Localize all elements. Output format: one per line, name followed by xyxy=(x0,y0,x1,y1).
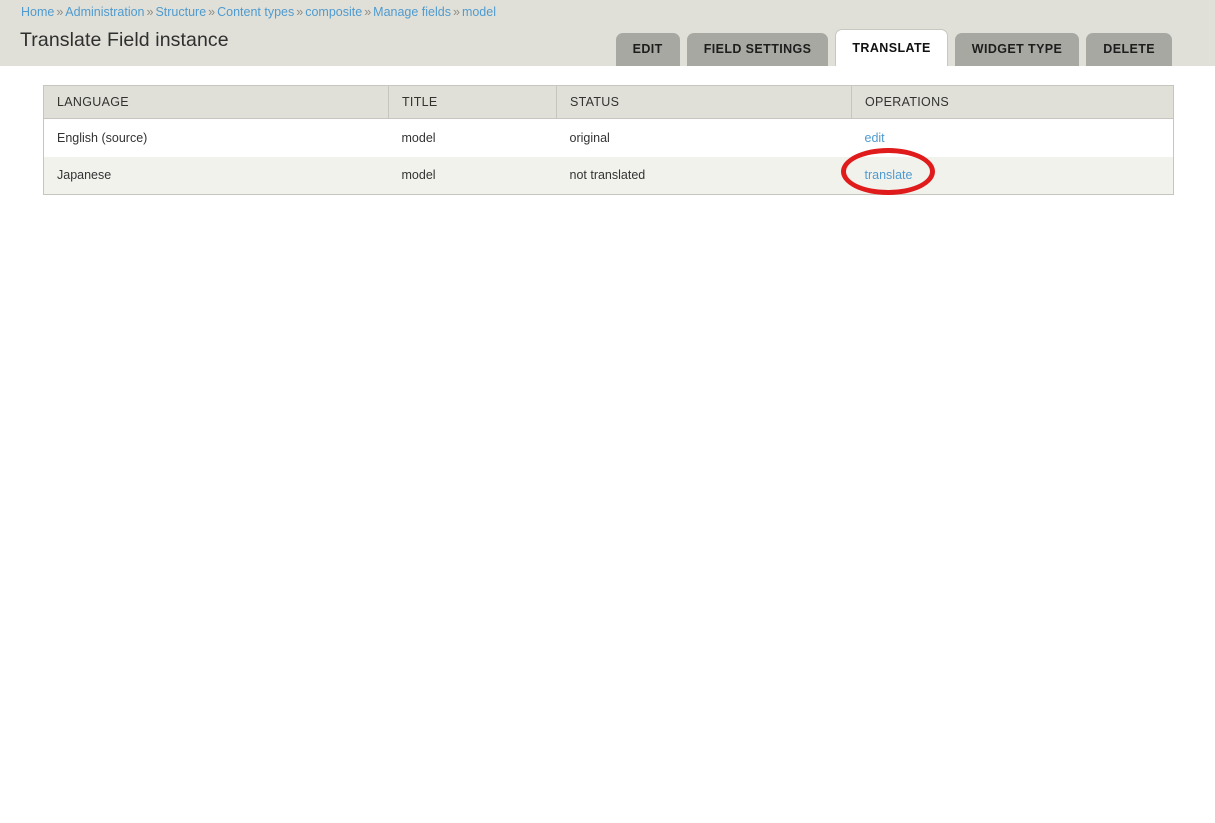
breadcrumb-separator: » xyxy=(296,5,304,19)
column-header-language: LANGUAGE xyxy=(43,85,389,119)
cell-title: model xyxy=(388,156,557,195)
tab-delete[interactable]: DELETE xyxy=(1086,33,1172,66)
breadcrumb-separator: » xyxy=(364,5,372,19)
cell-language: English (source) xyxy=(43,118,389,157)
tab-field-settings[interactable]: FIELD SETTINGS xyxy=(686,33,829,66)
cell-status: not translated xyxy=(556,156,852,195)
cell-status: original xyxy=(556,118,852,157)
breadcrumb-item-composite[interactable]: composite xyxy=(305,5,362,19)
cell-operations: translate xyxy=(851,156,1174,195)
breadcrumb-item-administration[interactable]: Administration xyxy=(65,5,144,19)
breadcrumb: Home» Administration» Structure» Content ty… xyxy=(21,4,496,20)
breadcrumb-item-structure[interactable]: Structure xyxy=(155,5,206,19)
page-header: Home» Administration» Structure» Content ty… xyxy=(0,0,1215,66)
table-row: English (source) model original edit xyxy=(43,118,1174,157)
breadcrumb-separator: » xyxy=(56,5,64,19)
edit-link[interactable]: edit xyxy=(865,131,885,145)
translate-link[interactable]: translate xyxy=(865,168,913,182)
column-header-operations: OPERATIONS xyxy=(851,85,1174,119)
breadcrumb-separator: » xyxy=(146,5,154,19)
cell-language: Japanese xyxy=(43,156,389,195)
breadcrumb-item-model[interactable]: model xyxy=(462,5,496,19)
tab-translate[interactable]: TRANSLATE xyxy=(835,29,948,66)
column-header-title: TITLE xyxy=(388,85,557,119)
page-title: Translate Field instance xyxy=(20,29,229,51)
table-header-row: LANGUAGE TITLE STATUS OPERATIONS xyxy=(43,85,1174,119)
breadcrumb-separator: » xyxy=(452,5,460,19)
main-content: LANGUAGE TITLE STATUS OPERATIONS English… xyxy=(0,66,1215,823)
cell-operations: edit xyxy=(851,118,1174,157)
breadcrumb-separator: » xyxy=(208,5,216,19)
breadcrumb-item-content-types[interactable]: Content types xyxy=(217,5,294,19)
breadcrumb-item-manage-fields[interactable]: Manage fields xyxy=(373,5,451,19)
cell-title: model xyxy=(388,118,557,157)
tab-edit[interactable]: EDIT xyxy=(615,33,680,66)
table-row: Japanese model not translated translate xyxy=(43,156,1174,195)
translation-table: LANGUAGE TITLE STATUS OPERATIONS English… xyxy=(43,85,1174,195)
column-header-status: STATUS xyxy=(556,85,852,119)
primary-tabs: EDIT FIELD SETTINGS TRANSLATE WIDGET TYP… xyxy=(615,29,1172,66)
tab-widget-type[interactable]: WIDGET TYPE xyxy=(954,33,1080,66)
breadcrumb-item-home[interactable]: Home xyxy=(21,5,54,19)
